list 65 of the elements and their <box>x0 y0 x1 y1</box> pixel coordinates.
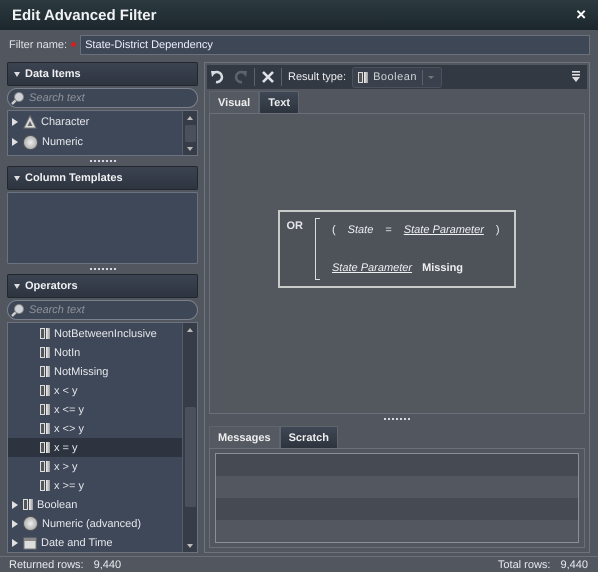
triangle-icon <box>23 115 37 129</box>
panel-tab[interactable]: Scratch <box>280 426 338 448</box>
boolean-icon <box>40 366 50 377</box>
filter-name-label: Filter name: <box>9 38 68 50</box>
numeric-icon <box>23 134 38 150</box>
expression-block[interactable]: OR ( State = State Parameter ) State Parameter Missing <box>278 210 516 288</box>
boolean-icon <box>40 461 50 472</box>
parameter-reference[interactable]: State Parameter <box>332 262 412 274</box>
returned-rows-value: 9,440 <box>94 558 122 570</box>
filter-name-field[interactable]: State-District Dependency <box>80 34 590 54</box>
undo-icon[interactable] <box>210 69 226 85</box>
tree-item[interactable]: Numeric <box>8 132 182 152</box>
panel-tab[interactable]: Messages <box>209 426 280 448</box>
result-type-dropdown[interactable]: Boolean <box>352 66 442 88</box>
boolean-icon <box>40 404 50 415</box>
boolean-icon <box>40 347 50 358</box>
tree-item[interactable]: Boolean <box>8 495 182 514</box>
bracket-line <box>314 218 320 280</box>
boolean-icon <box>40 385 50 396</box>
logical-operator: OR <box>286 218 303 234</box>
tree-item[interactable]: NotBetweenInclusive <box>8 324 182 343</box>
delete-icon[interactable] <box>261 70 275 84</box>
numeric-icon <box>23 516 38 531</box>
returned-rows-label: Returned rows: <box>9 558 84 570</box>
boolean-icon <box>40 442 50 453</box>
section-header[interactable]: Data Items <box>7 62 198 86</box>
paren-text: ( <box>332 224 336 236</box>
column-reference[interactable]: State <box>348 224 374 236</box>
boolean-icon <box>40 328 50 339</box>
tree-item[interactable]: x >= y <box>8 476 182 495</box>
expand-icon[interactable] <box>12 118 18 126</box>
window-title: Edit Advanced Filter <box>12 6 158 24</box>
total-rows-label: Total rows: <box>498 558 550 570</box>
tree-item[interactable]: Numeric (advanced) <box>8 514 182 533</box>
search-icon <box>11 303 25 317</box>
section-header[interactable]: Operators <box>7 274 198 298</box>
boolean-icon <box>23 499 33 510</box>
tree-item[interactable]: x < y <box>8 381 182 400</box>
close-button[interactable]: × <box>574 5 588 25</box>
tree-item[interactable]: x <> y <box>8 419 182 438</box>
total-rows-value: 9,440 <box>560 558 588 570</box>
section-header[interactable]: Column Templates <box>7 166 198 190</box>
search-field[interactable]: Search text <box>7 88 198 108</box>
tree-item[interactable]: x <= y <box>8 400 182 419</box>
tree-item[interactable]: x = y <box>8 438 182 457</box>
operator-text: Missing <box>422 262 464 274</box>
scrollbar[interactable] <box>182 111 197 155</box>
editor-tab[interactable]: Text <box>259 91 300 113</box>
search-icon <box>11 91 25 105</box>
scrollbar[interactable] <box>182 323 197 552</box>
search-field[interactable]: Search text <box>7 300 198 320</box>
parameter-reference[interactable]: State Parameter <box>404 224 484 236</box>
result-type-label: Result type: <box>288 71 346 83</box>
tree-item[interactable]: Date and Time <box>8 533 182 552</box>
operator-text: = <box>385 224 392 236</box>
calendar-icon <box>23 536 37 550</box>
paren-text: ) <box>496 224 500 236</box>
boolean-icon <box>40 423 50 434</box>
tree-item[interactable]: NotIn <box>8 343 182 362</box>
menu-icon[interactable] <box>571 70 581 84</box>
tree-item[interactable]: Character <box>8 112 182 132</box>
editor-tab[interactable]: Visual <box>209 91 260 113</box>
tree-item[interactable]: NotMissing <box>8 362 182 381</box>
tree-item[interactable]: x > y <box>8 457 182 476</box>
boolean-icon <box>40 480 50 491</box>
